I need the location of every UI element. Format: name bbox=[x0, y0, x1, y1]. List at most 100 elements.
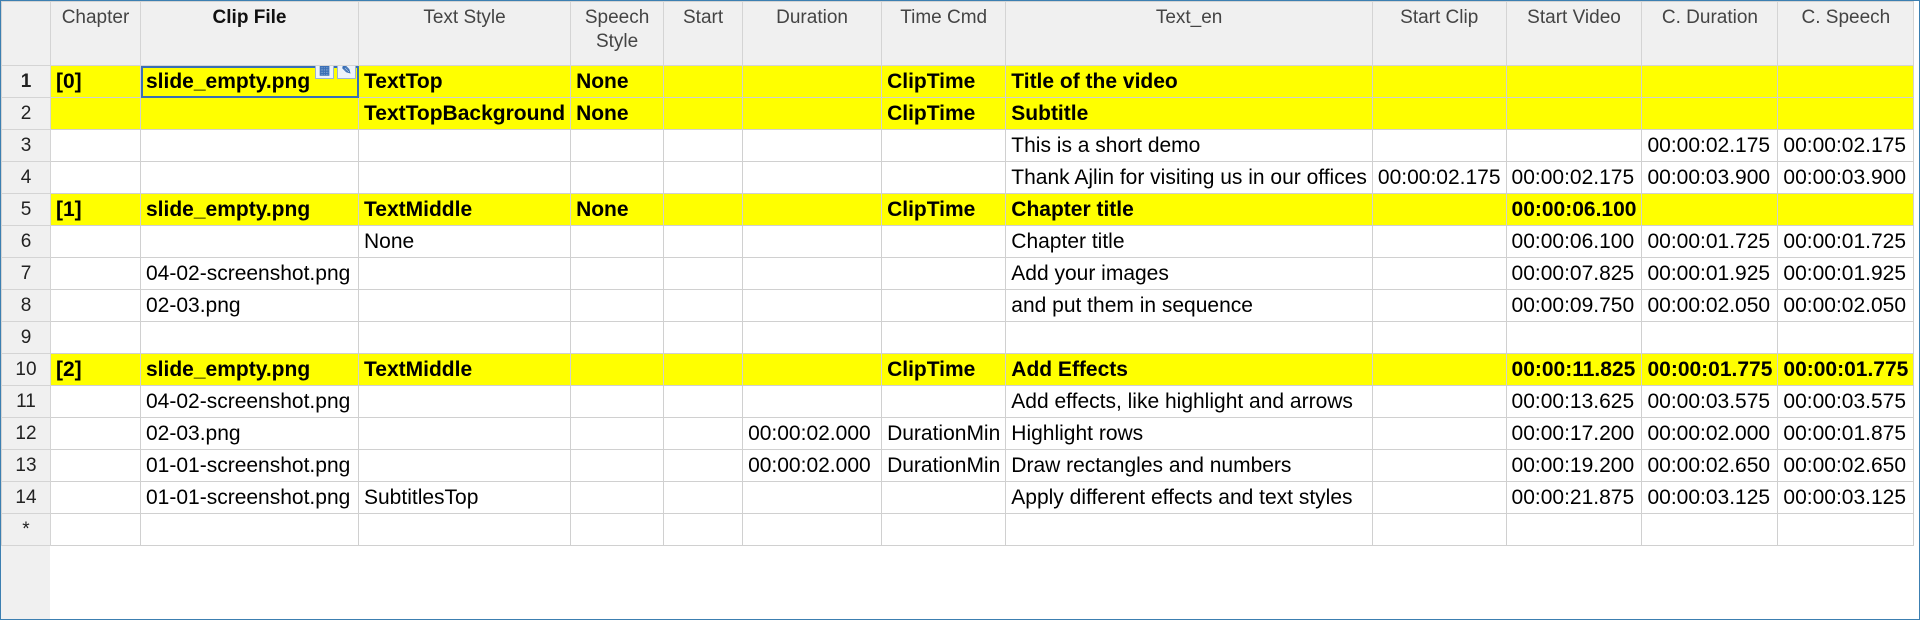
cell-start[interactable] bbox=[663, 257, 744, 290]
table-row[interactable]: 10 [2] slide_empty.png TextMiddle ClipTime Ad… bbox=[1, 353, 1915, 386]
cell-text-style[interactable] bbox=[357, 129, 572, 162]
cell-c-duration[interactable]: 00:00:03.575 bbox=[1641, 385, 1779, 418]
cell-start-video[interactable]: 00:00:21.875 bbox=[1505, 481, 1643, 514]
calendar-icon[interactable]: ▦ bbox=[315, 66, 334, 79]
cell-duration[interactable]: 00:00:02.000 bbox=[742, 449, 883, 482]
cell-speech-style[interactable] bbox=[570, 321, 665, 354]
cell-text-style[interactable] bbox=[357, 161, 572, 194]
cell-start-video[interactable]: 00:00:17.200 bbox=[1505, 417, 1643, 450]
cell-c-duration[interactable]: 00:00:02.650 bbox=[1641, 449, 1779, 482]
table-row[interactable]: 13 01-01-screenshot.png 00:00:02.000 Durati… bbox=[1, 449, 1915, 482]
column-header-clip-file[interactable]: Clip File bbox=[140, 1, 359, 66]
table-row[interactable]: 1 [0] slide_empty.png ▦ ✎ TextTop None ClipTime… bbox=[1, 65, 1915, 98]
cell-time-cmd[interactable]: DurationMin bbox=[881, 449, 1007, 482]
cell-text-en[interactable]: Chapter title bbox=[1005, 225, 1373, 258]
cell-c-speech[interactable]: 00:00:03.575 bbox=[1777, 385, 1915, 418]
table-row[interactable]: 12 02-03.png 00:00:02.000 DurationMin Highli… bbox=[1, 417, 1915, 450]
cell-start-clip[interactable] bbox=[1371, 449, 1507, 482]
cell-start-clip[interactable] bbox=[1371, 193, 1507, 226]
cell-text-style[interactable]: SubtitlesTop bbox=[357, 481, 572, 514]
cell-c-speech[interactable]: 00:00:03.900 bbox=[1777, 161, 1915, 194]
cell-duration[interactable] bbox=[742, 353, 883, 386]
cell-start-video[interactable] bbox=[1505, 65, 1643, 98]
cell-chapter[interactable] bbox=[50, 385, 141, 418]
cell-duration[interactable] bbox=[742, 193, 883, 226]
cell-time-cmd[interactable]: ClipTime bbox=[881, 65, 1007, 98]
cell-start-clip[interactable] bbox=[1371, 481, 1507, 514]
cell-chapter[interactable] bbox=[50, 289, 141, 322]
cell-c-speech[interactable] bbox=[1777, 321, 1915, 354]
new-row-cell[interactable] bbox=[1005, 513, 1373, 546]
table-row[interactable]: 4 Thank Ajlin for visiting us in our offi… bbox=[1, 161, 1915, 194]
cell-c-duration[interactable]: 00:00:02.050 bbox=[1641, 289, 1779, 322]
cell-text-style[interactable]: TextMiddle bbox=[357, 353, 572, 386]
table-row[interactable]: 9 bbox=[1, 321, 1915, 354]
cell-text-en[interactable]: Title of the video bbox=[1005, 65, 1373, 98]
cell-c-duration[interactable] bbox=[1641, 321, 1779, 354]
cell-chapter[interactable] bbox=[50, 225, 141, 258]
cell-start-clip[interactable] bbox=[1371, 97, 1507, 130]
cell-start-clip[interactable] bbox=[1371, 225, 1507, 258]
cell-chapter[interactable]: [0] bbox=[50, 65, 141, 98]
new-row-cell[interactable] bbox=[663, 513, 744, 546]
edit-icon[interactable]: ✎ bbox=[337, 66, 356, 79]
cell-text-en[interactable]: Add Effects bbox=[1005, 353, 1373, 386]
cell-time-cmd[interactable] bbox=[881, 257, 1007, 290]
cell-text-style[interactable]: TextTop bbox=[357, 65, 572, 98]
new-row-cell[interactable] bbox=[357, 513, 572, 546]
column-header-c-duration[interactable]: C. Duration bbox=[1641, 1, 1779, 66]
cell-c-duration[interactable]: 00:00:01.775 bbox=[1641, 353, 1779, 386]
cell-text-style[interactable] bbox=[357, 257, 572, 290]
cell-time-cmd[interactable] bbox=[881, 321, 1007, 354]
cell-c-duration[interactable]: 00:00:03.900 bbox=[1641, 161, 1779, 194]
column-header-time-cmd[interactable]: Time Cmd bbox=[881, 1, 1007, 66]
cell-chapter[interactable] bbox=[50, 129, 141, 162]
row-header[interactable]: 6 bbox=[1, 225, 51, 258]
cell-speech-style[interactable]: None bbox=[570, 65, 665, 98]
table-row[interactable]: 8 02-03.png and put them in sequence 00:00:… bbox=[1, 289, 1915, 322]
cell-chapter[interactable]: [2] bbox=[50, 353, 141, 386]
cell-duration[interactable] bbox=[742, 65, 883, 98]
cell-start-video[interactable]: 00:00:13.625 bbox=[1505, 385, 1643, 418]
cell-start[interactable] bbox=[663, 161, 744, 194]
table-row[interactable]: 6 None Chapter title 00:00:06.100 00:00:01.7… bbox=[1, 225, 1915, 258]
cell-time-cmd[interactable]: ClipTime bbox=[881, 97, 1007, 130]
column-header-start[interactable]: Start bbox=[663, 1, 744, 66]
cell-clip-file[interactable]: 02-03.png bbox=[140, 289, 359, 322]
cell-duration[interactable] bbox=[742, 161, 883, 194]
cell-text-en[interactable]: Chapter title bbox=[1005, 193, 1373, 226]
cell-start-clip[interactable]: 00:00:02.175 bbox=[1371, 161, 1507, 194]
cell-text-style[interactable]: TextMiddle bbox=[357, 193, 572, 226]
row-header[interactable]: 2 bbox=[1, 97, 51, 130]
cell-text-style[interactable] bbox=[357, 289, 572, 322]
cell-duration[interactable] bbox=[742, 129, 883, 162]
new-row-cell[interactable] bbox=[1371, 513, 1507, 546]
cell-duration[interactable] bbox=[742, 289, 883, 322]
cell-start[interactable] bbox=[663, 289, 744, 322]
cell-start-clip[interactable] bbox=[1371, 257, 1507, 290]
cell-duration[interactable] bbox=[742, 225, 883, 258]
cell-clip-file[interactable]: 04-02-screenshot.png bbox=[140, 257, 359, 290]
new-row-cell[interactable] bbox=[570, 513, 665, 546]
cell-c-speech[interactable]: 00:00:01.875 bbox=[1777, 417, 1915, 450]
table-row[interactable]: 2 TextTopBackground None ClipTime Subtitle bbox=[1, 97, 1915, 130]
cell-time-cmd[interactable] bbox=[881, 161, 1007, 194]
cell-c-duration[interactable]: 00:00:02.175 bbox=[1641, 129, 1779, 162]
cell-c-speech[interactable]: 00:00:03.125 bbox=[1777, 481, 1915, 514]
cell-chapter[interactable] bbox=[50, 97, 141, 130]
cell-start-clip[interactable] bbox=[1371, 353, 1507, 386]
cell-clip-file[interactable]: 01-01-screenshot.png bbox=[140, 449, 359, 482]
cell-start[interactable] bbox=[663, 481, 744, 514]
cell-c-speech[interactable]: 00:00:01.925 bbox=[1777, 257, 1915, 290]
cell-text-en[interactable]: Thank Ajlin for visiting us in our offic… bbox=[1005, 161, 1373, 194]
cell-text-en[interactable]: Add your images bbox=[1005, 257, 1373, 290]
cell-clip-file[interactable] bbox=[140, 129, 359, 162]
cell-start[interactable] bbox=[663, 65, 744, 98]
cell-speech-style[interactable] bbox=[570, 417, 665, 450]
row-header[interactable]: 1 bbox=[1, 65, 51, 98]
cell-text-en[interactable] bbox=[1005, 321, 1373, 354]
new-row-cell[interactable] bbox=[140, 513, 359, 546]
cell-duration[interactable] bbox=[742, 481, 883, 514]
cell-chapter[interactable]: [1] bbox=[50, 193, 141, 226]
new-row[interactable]: * bbox=[1, 513, 1915, 546]
